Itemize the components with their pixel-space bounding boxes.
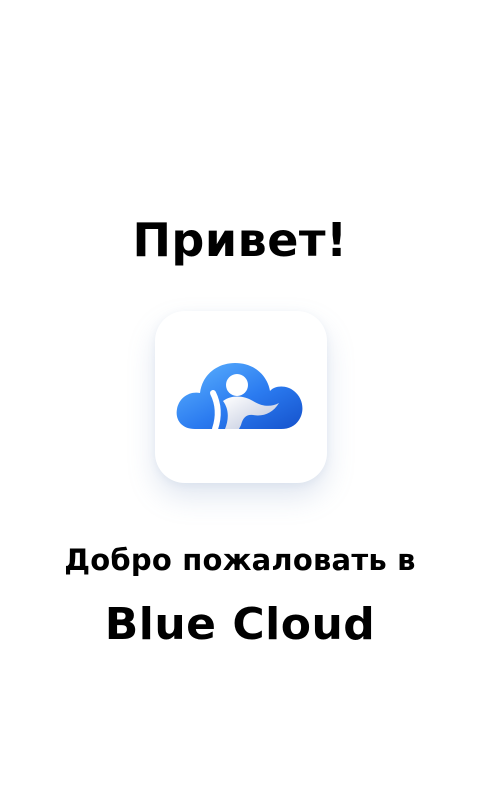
welcome-screen: Привет! Добро пожаловать в Blue Cloud [0, 0, 480, 800]
brand-name: Blue Cloud [104, 599, 376, 650]
cloud-logo-icon [176, 363, 303, 432]
greeting-title: Привет! [132, 213, 348, 267]
welcome-text: Добро пожаловать в [64, 543, 416, 577]
app-logo-card [155, 311, 327, 483]
